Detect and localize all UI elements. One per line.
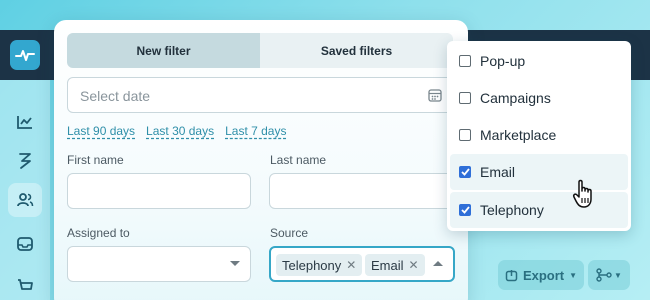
pulse-logo-icon [15, 50, 35, 61]
checkbox[interactable] [459, 129, 471, 141]
date-placeholder: Select date [80, 88, 151, 104]
rail-item-inbox[interactable] [8, 227, 42, 261]
option-marketplace[interactable]: Marketplace [450, 117, 628, 153]
lightning-icon [19, 153, 31, 169]
option-label: Telephony [480, 202, 544, 218]
option-label: Marketplace [480, 127, 557, 143]
first-name-label: First name [67, 153, 124, 167]
app-logo[interactable] [10, 40, 40, 70]
assigned-to-label: Assigned to [67, 226, 130, 240]
tab-new-filter[interactable]: New filter [67, 33, 260, 68]
caret-up-icon [433, 261, 443, 266]
checkbox-checked[interactable] [459, 204, 471, 216]
rail-item-analytics[interactable] [8, 105, 42, 139]
link-last-30-days[interactable]: Last 30 days [146, 124, 214, 138]
tab-saved-filters[interactable]: Saved filters [260, 33, 453, 68]
chart-line-icon [17, 116, 32, 129]
calendar-icon[interactable] [428, 88, 442, 102]
option-telephony[interactable]: Telephony [450, 192, 628, 228]
checkbox-checked[interactable] [459, 166, 471, 178]
chevron-down-icon: ▼ [614, 270, 622, 280]
last-name-label: Last name [270, 153, 327, 167]
rail-item-contacts[interactable] [8, 183, 42, 217]
option-email[interactable]: Email [450, 154, 628, 190]
date-picker-input[interactable]: Select date [67, 77, 453, 113]
workflow-button[interactable]: ▼ [588, 260, 630, 290]
option-label: Email [480, 164, 516, 180]
rail-item-automation[interactable] [8, 144, 42, 178]
source-chip-email: Email ✕ [365, 254, 425, 276]
quick-date-ranges: Last 90 days Last 30 days Last 7 days [67, 124, 286, 138]
checkmark-icon [460, 168, 470, 176]
filter-tabs: New filter Saved filters [67, 33, 453, 68]
chip-label: Telephony [282, 257, 342, 273]
checkbox[interactable] [459, 55, 471, 67]
branch-icon [596, 268, 612, 282]
source-label: Source [270, 226, 309, 240]
option-label: Campaigns [480, 90, 551, 106]
last-name-input[interactable] [269, 173, 453, 209]
rail-item-store[interactable] [8, 268, 42, 300]
caret-down-icon [230, 261, 240, 266]
export-label: Export [522, 267, 565, 283]
hand-cursor-icon [573, 179, 592, 208]
export-icon [505, 269, 518, 281]
link-last-90-days[interactable]: Last 90 days [67, 124, 135, 138]
option-pop-up[interactable]: Pop-up [450, 43, 628, 79]
source-chip-telephony: Telephony ✕ [276, 254, 363, 276]
source-dropdown-menu: Pop-up Campaigns Marketplace Email Telep… [447, 41, 631, 231]
option-label: Pop-up [480, 53, 526, 69]
source-multiselect[interactable]: Telephony ✕ Email ✕ [269, 246, 455, 282]
chip-label: Email [371, 257, 404, 273]
users-icon [17, 193, 34, 207]
inbox-icon [17, 237, 33, 251]
link-last-7-days[interactable]: Last 7 days [225, 124, 286, 138]
remove-chip-icon[interactable]: ✕ [346, 258, 356, 272]
remove-chip-icon[interactable]: ✕ [409, 258, 419, 272]
filter-panel: New filter Saved filters Select date Las… [54, 20, 468, 300]
first-name-input[interactable] [67, 173, 251, 209]
checkmark-icon [460, 206, 470, 214]
chevron-down-icon: ▼ [569, 270, 578, 280]
export-button[interactable]: Export ▼ [498, 260, 584, 290]
assigned-to-select[interactable] [67, 246, 251, 282]
cart-icon [18, 279, 33, 290]
option-campaigns[interactable]: Campaigns [450, 80, 628, 116]
checkbox[interactable] [459, 92, 471, 104]
